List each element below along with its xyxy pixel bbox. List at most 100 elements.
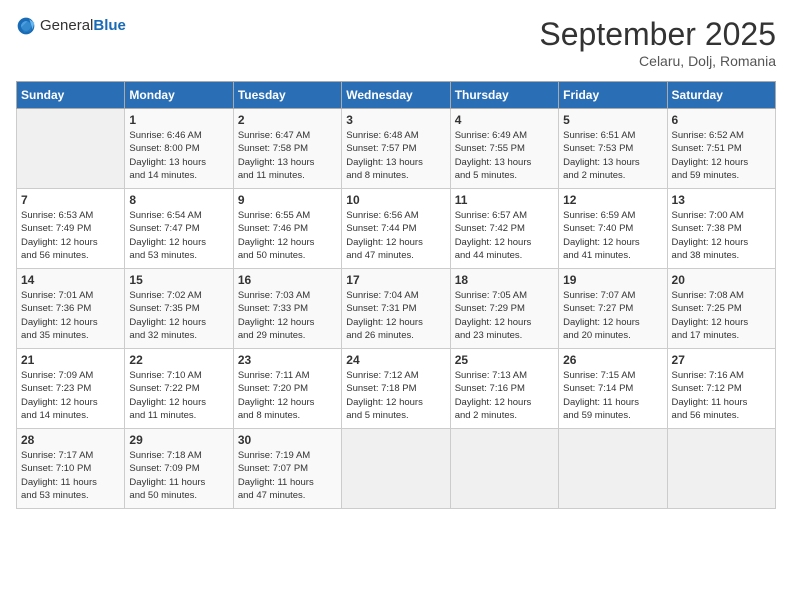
day-number: 20 <box>672 273 771 287</box>
title-block: September 2025 Celaru, Dolj, Romania <box>539 16 776 69</box>
logo: GeneralBlue <box>16 16 126 36</box>
week-row-1: 1Sunrise: 6:46 AM Sunset: 8:00 PM Daylig… <box>17 109 776 189</box>
day-number: 6 <box>672 113 771 127</box>
cell-info: Sunrise: 6:57 AM Sunset: 7:42 PM Dayligh… <box>455 209 554 262</box>
calendar-cell: 4 Sunrise: 6:49 AM Sunset: 7:55 PM Daylig… <box>450 109 558 189</box>
calendar-cell: 30 Sunrise: 7:19 AM Sunset: 7:07 PM Dayli… <box>233 429 341 509</box>
calendar-cell: 29Sunrise: 7:18 AM Sunset: 7:09 PM Dayli… <box>125 429 233 509</box>
cell-info: Sunrise: 7:00 AM Sunset: 7:38 PM Dayligh… <box>672 209 771 262</box>
cell-info: Sunrise: 7:02 AM Sunset: 7:35 PM Dayligh… <box>129 289 228 342</box>
day-header-saturday: Saturday <box>667 82 775 109</box>
calendar-cell <box>559 429 667 509</box>
calendar-cell: 18Sunrise: 7:05 AM Sunset: 7:29 PM Dayli… <box>450 269 558 349</box>
calendar-cell: 19 Sunrise: 7:07 AM Sunset: 7:27 PM Dayli… <box>559 269 667 349</box>
cell-info: Sunrise: 7:13 AM Sunset: 7:16 PM Dayligh… <box>455 369 554 422</box>
cell-info: Sunrise: 6:55 AM Sunset: 7:46 PM Dayligh… <box>238 209 337 262</box>
day-number: 28 <box>21 433 120 447</box>
week-row-5: 28 Sunrise: 7:17 AM Sunset: 7:10 PM Dayli… <box>17 429 776 509</box>
calendar-cell: 10Sunrise: 6:56 AM Sunset: 7:44 PM Dayli… <box>342 189 450 269</box>
calendar-cell: 8 Sunrise: 6:54 AM Sunset: 7:47 PM Daylig… <box>125 189 233 269</box>
cell-info: Sunrise: 7:05 AM Sunset: 7:29 PM Dayligh… <box>455 289 554 342</box>
day-number: 26 <box>563 353 662 367</box>
header-row: SundayMondayTuesdayWednesdayThursdayFrid… <box>17 82 776 109</box>
cell-info: Sunrise: 7:17 AM Sunset: 7:10 PM Dayligh… <box>21 449 120 502</box>
calendar-cell: 3Sunrise: 6:48 AM Sunset: 7:57 PM Daylig… <box>342 109 450 189</box>
day-number: 7 <box>21 193 120 207</box>
cell-info: Sunrise: 7:18 AM Sunset: 7:09 PM Dayligh… <box>129 449 228 502</box>
day-number: 15 <box>129 273 228 287</box>
week-row-2: 7 Sunrise: 6:53 AM Sunset: 7:49 PM Daylig… <box>17 189 776 269</box>
day-header-wednesday: Wednesday <box>342 82 450 109</box>
cell-info: Sunrise: 7:08 AM Sunset: 7:25 PM Dayligh… <box>672 289 771 342</box>
calendar-cell: 5 Sunrise: 6:51 AM Sunset: 7:53 PM Daylig… <box>559 109 667 189</box>
logo-blue: Blue <box>93 17 126 34</box>
cell-info: Sunrise: 6:49 AM Sunset: 7:55 PM Dayligh… <box>455 129 554 182</box>
cell-info: Sunrise: 7:15 AM Sunset: 7:14 PM Dayligh… <box>563 369 662 422</box>
cell-info: Sunrise: 6:54 AM Sunset: 7:47 PM Dayligh… <box>129 209 228 262</box>
cell-info: Sunrise: 6:47 AM Sunset: 7:58 PM Dayligh… <box>238 129 337 182</box>
calendar-cell <box>667 429 775 509</box>
calendar-cell: 25 Sunrise: 7:13 AM Sunset: 7:16 PM Dayli… <box>450 349 558 429</box>
day-number: 27 <box>672 353 771 367</box>
logo-text: GeneralBlue <box>40 17 126 35</box>
calendar-cell: 28 Sunrise: 7:17 AM Sunset: 7:10 PM Dayli… <box>17 429 125 509</box>
day-header-monday: Monday <box>125 82 233 109</box>
day-number: 8 <box>129 193 228 207</box>
day-header-tuesday: Tuesday <box>233 82 341 109</box>
day-number: 25 <box>455 353 554 367</box>
day-header-thursday: Thursday <box>450 82 558 109</box>
week-row-3: 14 Sunrise: 7:01 AM Sunset: 7:36 PM Dayli… <box>17 269 776 349</box>
calendar-cell: 11 Sunrise: 6:57 AM Sunset: 7:42 PM Dayli… <box>450 189 558 269</box>
cell-info: Sunrise: 6:53 AM Sunset: 7:49 PM Dayligh… <box>21 209 120 262</box>
calendar-cell: 15 Sunrise: 7:02 AM Sunset: 7:35 PM Dayli… <box>125 269 233 349</box>
calendar-cell: 12 Sunrise: 6:59 AM Sunset: 7:40 PM Dayli… <box>559 189 667 269</box>
cell-info: Sunrise: 7:19 AM Sunset: 7:07 PM Dayligh… <box>238 449 337 502</box>
cell-info: Sunrise: 6:59 AM Sunset: 7:40 PM Dayligh… <box>563 209 662 262</box>
day-number: 9 <box>238 193 337 207</box>
cell-info: Sunrise: 7:04 AM Sunset: 7:31 PM Dayligh… <box>346 289 445 342</box>
calendar-cell: 21Sunrise: 7:09 AM Sunset: 7:23 PM Dayli… <box>17 349 125 429</box>
day-number: 13 <box>672 193 771 207</box>
cell-info: Sunrise: 7:03 AM Sunset: 7:33 PM Dayligh… <box>238 289 337 342</box>
calendar-cell: 13 Sunrise: 7:00 AM Sunset: 7:38 PM Dayli… <box>667 189 775 269</box>
page-header: GeneralBlue September 2025 Celaru, Dolj,… <box>16 16 776 69</box>
day-number: 11 <box>455 193 554 207</box>
calendar-cell: 26 Sunrise: 7:15 AM Sunset: 7:14 PM Dayli… <box>559 349 667 429</box>
day-number: 3 <box>346 113 445 127</box>
calendar-cell: 20 Sunrise: 7:08 AM Sunset: 7:25 PM Dayli… <box>667 269 775 349</box>
calendar-cell: 7 Sunrise: 6:53 AM Sunset: 7:49 PM Daylig… <box>17 189 125 269</box>
calendar-cell: 16Sunrise: 7:03 AM Sunset: 7:33 PM Dayli… <box>233 269 341 349</box>
calendar-table: SundayMondayTuesdayWednesdayThursdayFrid… <box>16 81 776 509</box>
day-number: 5 <box>563 113 662 127</box>
calendar-cell: 6Sunrise: 6:52 AM Sunset: 7:51 PM Daylig… <box>667 109 775 189</box>
cell-info: Sunrise: 6:46 AM Sunset: 8:00 PM Dayligh… <box>129 129 228 182</box>
cell-info: Sunrise: 6:51 AM Sunset: 7:53 PM Dayligh… <box>563 129 662 182</box>
day-number: 17 <box>346 273 445 287</box>
calendar-cell <box>342 429 450 509</box>
calendar-cell: 2 Sunrise: 6:47 AM Sunset: 7:58 PM Daylig… <box>233 109 341 189</box>
location: Celaru, Dolj, Romania <box>539 53 776 69</box>
cell-info: Sunrise: 7:01 AM Sunset: 7:36 PM Dayligh… <box>21 289 120 342</box>
calendar-cell: 22Sunrise: 7:10 AM Sunset: 7:22 PM Dayli… <box>125 349 233 429</box>
calendar-cell: 17 Sunrise: 7:04 AM Sunset: 7:31 PM Dayli… <box>342 269 450 349</box>
day-number: 14 <box>21 273 120 287</box>
day-number: 19 <box>563 273 662 287</box>
cell-info: Sunrise: 6:56 AM Sunset: 7:44 PM Dayligh… <box>346 209 445 262</box>
day-number: 12 <box>563 193 662 207</box>
day-number: 2 <box>238 113 337 127</box>
month-title: September 2025 <box>539 16 776 53</box>
day-header-sunday: Sunday <box>17 82 125 109</box>
day-header-friday: Friday <box>559 82 667 109</box>
calendar-cell: 24Sunrise: 7:12 AM Sunset: 7:18 PM Dayli… <box>342 349 450 429</box>
calendar-cell: 9 Sunrise: 6:55 AM Sunset: 7:46 PM Daylig… <box>233 189 341 269</box>
day-number: 4 <box>455 113 554 127</box>
calendar-cell: 27 Sunrise: 7:16 AM Sunset: 7:12 PM Dayli… <box>667 349 775 429</box>
day-number: 30 <box>238 433 337 447</box>
cell-info: Sunrise: 7:12 AM Sunset: 7:18 PM Dayligh… <box>346 369 445 422</box>
day-number: 22 <box>129 353 228 367</box>
calendar-cell: 23Sunrise: 7:11 AM Sunset: 7:20 PM Dayli… <box>233 349 341 429</box>
calendar-cell <box>17 109 125 189</box>
cell-info: Sunrise: 7:07 AM Sunset: 7:27 PM Dayligh… <box>563 289 662 342</box>
calendar-cell: 14 Sunrise: 7:01 AM Sunset: 7:36 PM Dayli… <box>17 269 125 349</box>
cell-info: Sunrise: 7:16 AM Sunset: 7:12 PM Dayligh… <box>672 369 771 422</box>
